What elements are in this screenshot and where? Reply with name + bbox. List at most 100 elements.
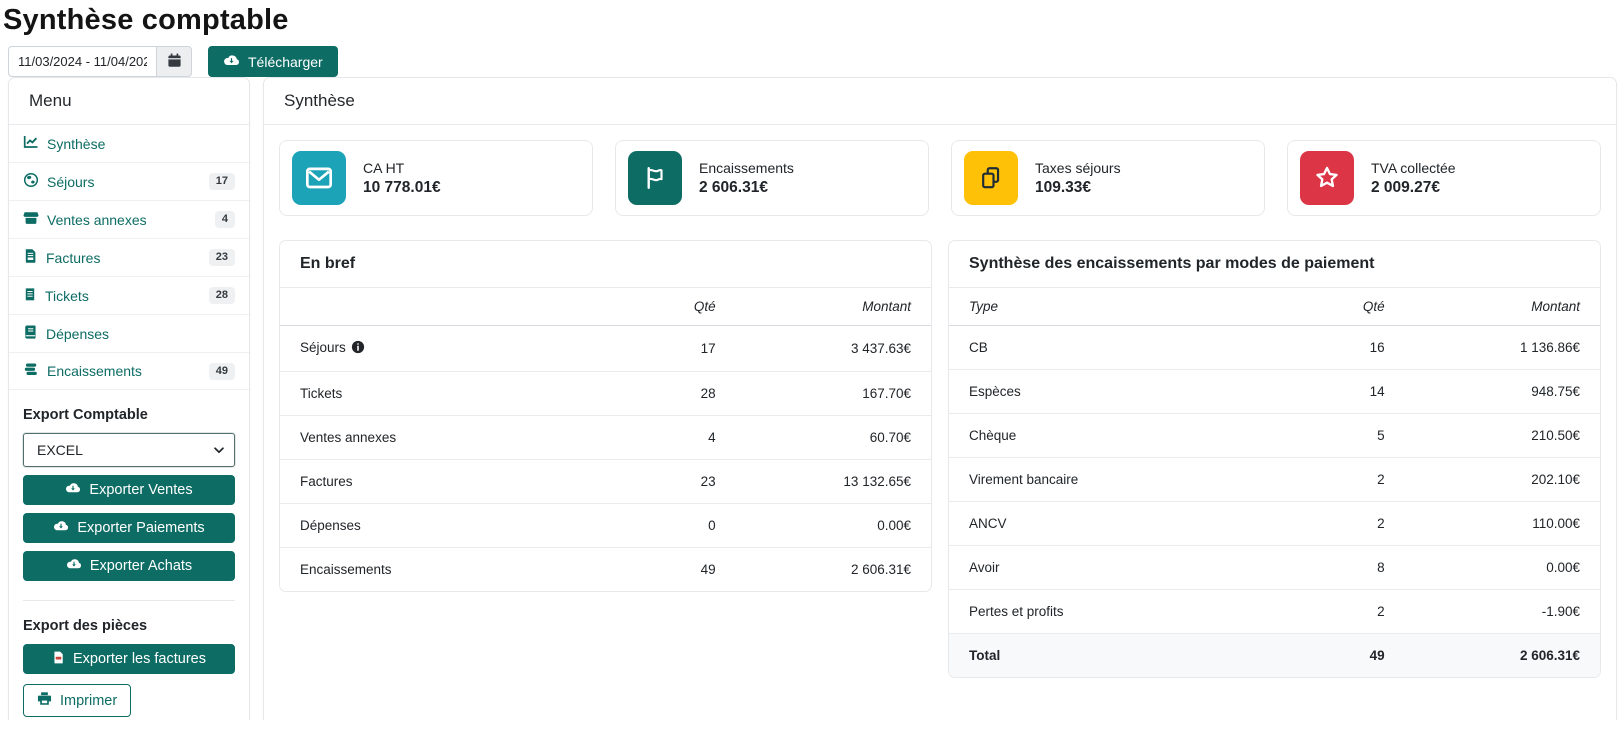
file-pdf-icon — [52, 650, 65, 669]
en-bref-title: En bref — [280, 241, 931, 288]
export-format-select[interactable]: EXCEL — [23, 433, 235, 467]
sidebar-item-synthese[interactable]: Synthèse — [9, 125, 249, 163]
envelope-icon — [292, 151, 346, 205]
export-pieces-heading: Export des pièces — [23, 618, 235, 634]
qty-column-header: Qté — [1261, 288, 1404, 326]
sidebar-item-encaissements[interactable]: Encaissements 49 — [9, 353, 249, 390]
sidebar-item-label: Dépenses — [46, 326, 109, 342]
amount-column-header: Montant — [736, 288, 931, 326]
download-button-label: Télécharger — [248, 54, 323, 70]
stat-card-tva-collectee: TVA collectée 2 009.27€ — [1287, 140, 1601, 216]
table-row: ANCV 2 110.00€ — [949, 502, 1600, 546]
main-panel-title: Synthèse — [264, 78, 1616, 125]
copy-icon — [964, 151, 1018, 205]
stat-value: 109.33€ — [1035, 179, 1121, 197]
sidebar-badge-tickets: 28 — [209, 287, 235, 304]
sidebar-menu: Synthèse Séjours 17 Ventes annexes 4 — [9, 125, 249, 390]
content-area: Menu Synthèse Séjours 17 — [0, 77, 1622, 720]
total-row: Total 49 2 606.31€ — [949, 634, 1600, 678]
payments-title: Synthèse des encaissements par modes de … — [949, 241, 1600, 288]
export-format-select-wrap: EXCEL — [23, 433, 235, 467]
sidebar-item-label: Ventes annexes — [47, 212, 147, 228]
sidebar-item-label: Factures — [46, 250, 100, 266]
stat-card-encaissements: Encaissements 2 606.31€ — [615, 140, 929, 216]
table-header-row: Qté Montant — [280, 288, 931, 326]
table-row: Chèque 5 210.50€ — [949, 414, 1600, 458]
sidebar-item-tickets[interactable]: Tickets 28 — [9, 277, 249, 315]
sidebar-badge-sejours: 17 — [209, 173, 235, 190]
print-button[interactable]: Imprimer — [23, 684, 131, 717]
file-invoice-icon — [23, 248, 38, 267]
stat-label: CA HT — [363, 160, 441, 176]
sidebar-badge-encaissements: 49 — [209, 363, 235, 380]
table-row: Avoir 8 0.00€ — [949, 546, 1600, 590]
sidebar: Menu Synthèse Séjours 17 — [8, 77, 250, 720]
payments-table: Type Qté Montant CB 16 1 136.86€ — [949, 288, 1600, 677]
stat-label: Taxes séjours — [1035, 160, 1121, 176]
sidebar-badge-factures: 23 — [209, 249, 235, 266]
export-factures-label: Exporter les factures — [73, 651, 206, 667]
table-row: Séjours 17 3 437.63€ — [280, 326, 931, 372]
stat-label: Encaissements — [699, 160, 794, 176]
sidebar-item-sejours[interactable]: Séjours 17 — [9, 163, 249, 201]
globe-icon — [23, 172, 39, 191]
table-row: Ventes annexes 4 60.70€ — [280, 416, 931, 460]
star-icon — [1300, 151, 1354, 205]
toolbar: Télécharger — [8, 46, 1622, 77]
export-factures-button[interactable]: Exporter les factures — [23, 644, 235, 674]
stat-label: TVA collectée — [1371, 160, 1456, 176]
print-button-label: Imprimer — [60, 693, 117, 709]
chart-line-icon — [23, 134, 39, 153]
date-range-input[interactable] — [8, 46, 156, 77]
cloud-download-icon — [223, 54, 240, 70]
en-bref-table: Qté Montant Séjours 17 3 437.63€ — [280, 288, 931, 591]
date-range-group — [8, 46, 192, 77]
payments-card: Synthèse des encaissements par modes de … — [948, 240, 1601, 678]
flag-icon — [628, 151, 682, 205]
sidebar-item-ventes-annexes[interactable]: Ventes annexes 4 — [9, 201, 249, 239]
table-row: Tickets 28 167.70€ — [280, 372, 931, 416]
en-bref-card: En bref Qté Montant — [279, 240, 932, 592]
calendar-button[interactable] — [156, 46, 192, 77]
page-title: Synthèse comptable — [3, 4, 1622, 37]
table-row: Dépenses 0 0.00€ — [280, 504, 931, 548]
sidebar-menu-title: Menu — [9, 78, 249, 125]
export-achats-label: Exporter Achats — [90, 558, 192, 574]
export-paiements-label: Exporter Paiements — [77, 520, 204, 536]
qty-column-header: Qté — [592, 288, 735, 326]
sidebar-divider — [23, 600, 235, 601]
export-comptable-heading: Export Comptable — [23, 407, 235, 423]
tables-row: En bref Qté Montant — [279, 240, 1601, 678]
cloud-download-icon — [53, 520, 69, 536]
app-root: Synthèse comptable Télécharger Menu — [0, 0, 1622, 731]
sidebar-item-label: Séjours — [47, 174, 94, 190]
receipt-icon — [23, 286, 37, 305]
main-body: CA HT 10 778.01€ Encaissements 2 606.31€ — [264, 125, 1616, 693]
sidebar-item-depenses[interactable]: Dépenses — [9, 315, 249, 353]
download-button[interactable]: Télécharger — [208, 46, 338, 77]
export-achats-button[interactable]: Exporter Achats — [23, 551, 235, 581]
info-icon[interactable] — [351, 340, 365, 357]
export-ventes-button[interactable]: Exporter Ventes — [23, 475, 235, 505]
sidebar-item-label: Tickets — [45, 288, 89, 304]
export-paiements-button[interactable]: Exporter Paiements — [23, 513, 235, 543]
table-row: Virement bancaire 2 202.10€ — [949, 458, 1600, 502]
stat-card-ca-ht: CA HT 10 778.01€ — [279, 140, 593, 216]
sidebar-item-label: Encaissements — [47, 363, 142, 379]
sidebar-badge-ventes-annexes: 4 — [215, 211, 235, 228]
sidebar-item-label: Synthèse — [47, 136, 105, 152]
store-icon — [23, 210, 39, 229]
export-ventes-label: Exporter Ventes — [89, 482, 192, 498]
sidebar-item-factures[interactable]: Factures 23 — [9, 239, 249, 277]
coins-icon — [23, 362, 39, 380]
table-row: Pertes et profits 2 -1.90€ — [949, 590, 1600, 634]
type-column-header: Type — [949, 288, 1261, 326]
table-row: Espèces 14 948.75€ — [949, 370, 1600, 414]
amount-column-header: Montant — [1405, 288, 1600, 326]
table-header-row: Type Qté Montant — [949, 288, 1600, 326]
cloud-download-icon — [66, 558, 82, 574]
stat-value: 2 009.27€ — [1371, 179, 1456, 197]
stat-card-taxes-sejours: Taxes séjours 109.33€ — [951, 140, 1265, 216]
book-icon — [23, 324, 38, 343]
main-panel: Synthèse CA HT 10 778.01€ — [263, 77, 1617, 720]
